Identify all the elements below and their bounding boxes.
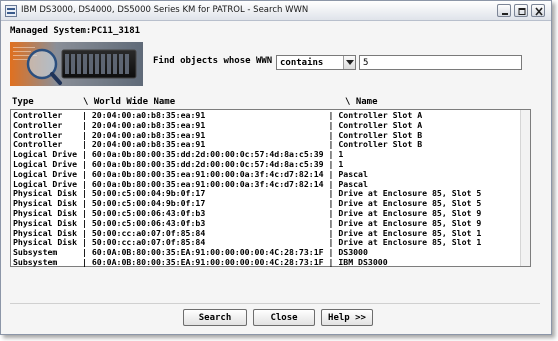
row-wwn: 60:0a:0b:80:00:35:dd:2d:00:00:0c:57:4d:8…	[91, 149, 339, 160]
column-header-type[interactable]: Type	[12, 97, 34, 107]
row-type: Logical Drive |	[13, 178, 92, 189]
operator-select-value: contains	[280, 58, 324, 68]
row-name: Drive at Enclosure 85, Slot 1	[338, 227, 482, 238]
row-name: Drive at Enclosure 85, Slot 9	[338, 207, 482, 218]
row-wwn: 20:04:00:a0:b8:35:ea:91 |	[91, 139, 339, 150]
row-wwn: 50:00:cc:a0:07:0f:85:84 |	[91, 237, 339, 248]
managed-system-label: Managed System:	[10, 26, 92, 36]
row-type: Controller |	[13, 110, 92, 120]
managed-system-value: PC11_3181	[91, 26, 141, 36]
row-wwn: 50:00:c5:00:04:9b:0f:17 |	[91, 198, 339, 209]
row-name: Drive at Enclosure 85, Slot 9	[338, 217, 482, 228]
row-wwn: 20:04:00:a0:b8:35:ea:91 |	[91, 119, 339, 130]
row-type: Logical Drive |	[13, 168, 92, 179]
row-type: Subsystem |	[13, 247, 92, 258]
operator-dropdown-button[interactable]	[343, 56, 355, 69]
close-icon	[535, 7, 543, 16]
row-type: Physical Disk |	[13, 198, 92, 209]
maximize-button[interactable]	[514, 4, 528, 17]
footer-divider	[10, 303, 540, 304]
row-wwn: 60:0a:0b:80:00:35:ea:91:00:00:0a:3f:4c:d…	[91, 168, 339, 179]
row-name: Pascal	[338, 178, 368, 189]
row-wwn: 60:0a:0b:80:00:35:ea:91:00:00:0a:3f:4c:d…	[91, 178, 339, 189]
row-type: Subsystem |	[13, 256, 92, 267]
row-wwn: 60:0A:0B:80:00:35:EA:91:00:00:00:00:4C:2…	[91, 256, 339, 267]
row-wwn: 50:00:cc:a0:07:0f:85:84 |	[91, 227, 339, 238]
title-bar[interactable]: IBM DS3000, DS4000, DS5000 Series KM for…	[1, 1, 551, 21]
row-wwn: 20:04:00:a0:b8:35:ea:91 |	[91, 110, 339, 120]
window-title: IBM DS3000, DS4000, DS5000 Series KM for…	[21, 5, 309, 15]
row-type: Physical Disk |	[13, 188, 92, 199]
row-wwn: 60:0A:0B:80:00:35:EA:91:00:00:00:00:4C:2…	[91, 247, 339, 258]
results-rows: Controller | 20:04:00:a0:b8:35:ea:91 | C…	[13, 110, 482, 268]
results-scrollbar[interactable]	[520, 110, 530, 266]
row-type: Physical Disk |	[13, 237, 92, 248]
close-button[interactable]	[531, 4, 545, 17]
row-name: Drive at Enclosure 85, Slot 5	[338, 198, 482, 209]
row-type: Controller |	[13, 119, 92, 130]
help-button[interactable]: Help >>	[321, 309, 373, 326]
row-type: Controller |	[13, 129, 92, 140]
column-header-wwn[interactable]: \ World Wide Name	[83, 97, 175, 107]
row-wwn: 20:04:00:a0:b8:35:ea:91 |	[91, 129, 339, 140]
search-button[interactable]: Search	[183, 309, 247, 326]
row-type: Logical Drive |	[13, 158, 92, 169]
app-icon[interactable]	[5, 5, 17, 17]
row-type: Physical Disk |	[13, 227, 92, 238]
row-wwn: 50:00:c5:00:04:9b:0f:17 |	[91, 188, 339, 199]
row-type: Controller |	[13, 139, 92, 150]
row-name: DS3000	[338, 247, 368, 258]
minimize-icon	[502, 13, 508, 15]
chevron-down-icon	[346, 60, 354, 65]
operator-select[interactable]: contains	[276, 55, 356, 70]
row-name: Controller Slot A	[338, 110, 423, 120]
wwn-search-input[interactable]	[359, 55, 522, 70]
row-name: Controller Slot A	[338, 119, 423, 130]
search-wwn-window: IBM DS3000, DS4000, DS5000 Series KM for…	[0, 0, 552, 335]
minimize-button[interactable]	[497, 4, 511, 17]
row-wwn: 50:00:c5:00:06:43:0f:b3 |	[91, 207, 339, 218]
results-list[interactable]: Controller | 20:04:00:a0:b8:35:ea:91 | C…	[10, 109, 531, 267]
search-banner-image	[10, 42, 143, 86]
find-label: Find objects whose WWN	[153, 56, 273, 66]
row-type: Physical Disk |	[13, 217, 92, 228]
row-wwn: 50:00:c5:00:06:43:0f:b3 |	[91, 217, 339, 228]
row-wwn: 60:0a:0b:80:00:35:dd:2d:00:00:0c:57:4d:8…	[91, 158, 339, 169]
maximize-icon	[518, 8, 526, 15]
row-type: Physical Disk |	[13, 207, 92, 218]
managed-system: Managed System:PC11_3181	[10, 26, 140, 36]
table-row[interactable]: Subsystem | 60:0A:0B:80:00:35:EA:91:00:0…	[13, 256, 481, 268]
row-name: Drive at Enclosure 85, Slot 1	[338, 237, 482, 248]
row-name: Controller Slot B	[338, 139, 423, 150]
close-dialog-button[interactable]: Close	[253, 309, 315, 326]
row-name: 1	[338, 149, 344, 160]
row-name: Pascal	[338, 168, 368, 179]
row-name: Controller Slot B	[338, 129, 423, 140]
row-name: 1	[338, 158, 344, 169]
row-type: Logical Drive |	[13, 149, 92, 160]
column-header-name[interactable]: \ Name	[345, 97, 378, 107]
row-name: IBM DS3000	[338, 256, 388, 267]
row-name: Drive at Enclosure 85, Slot 5	[338, 188, 482, 199]
